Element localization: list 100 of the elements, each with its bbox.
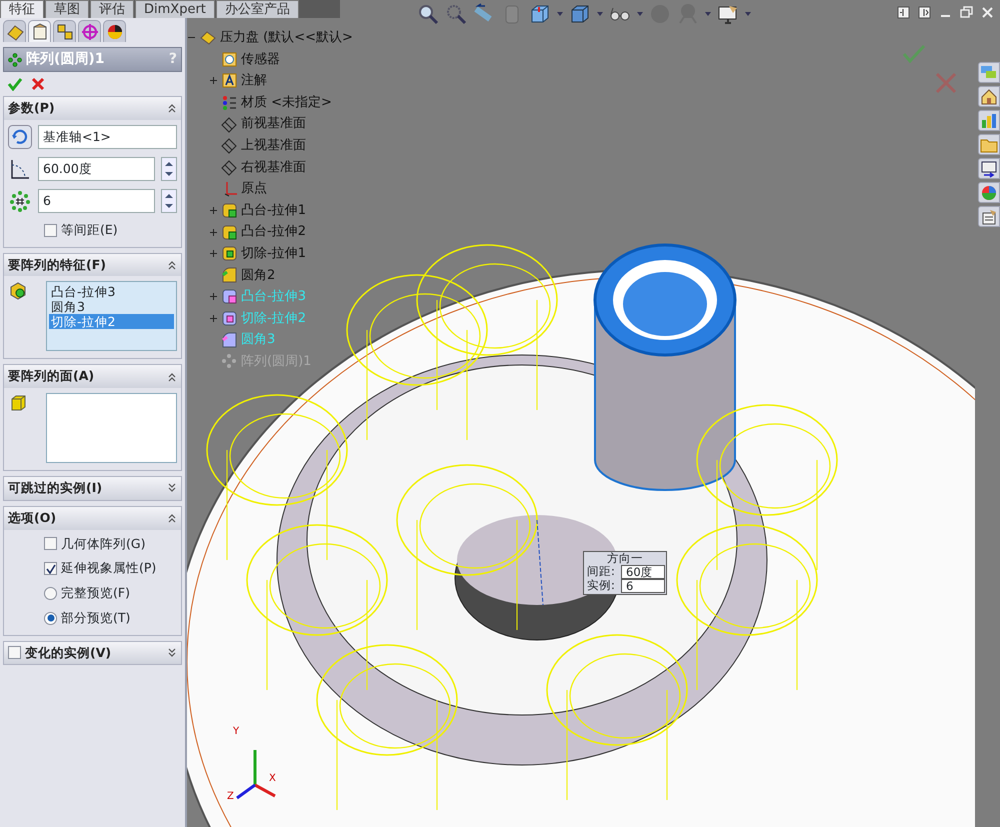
cut-extrude-icon <box>221 310 238 328</box>
sensor-icon <box>221 50 238 68</box>
panel-tab[interactable] <box>28 20 51 42</box>
monitor-icon[interactable] <box>717 3 739 25</box>
count-field[interactable]: 6 <box>38 188 155 213</box>
tree-item-label[interactable]: 切除-拉伸1 <box>241 244 306 264</box>
tree-root-label[interactable]: 压力盘 (默认<<默认> <box>220 28 353 48</box>
color-ball-icon <box>980 184 998 202</box>
house-icon <box>980 88 998 106</box>
tree-item-label[interactable]: 右视基准面 <box>241 158 306 178</box>
check-icon <box>46 564 56 574</box>
tree-item-label[interactable]: 凸台-拉伸1 <box>241 200 306 220</box>
view-cube-icon[interactable] <box>529 3 551 25</box>
tab[interactable]: 办公室产品 <box>216 0 299 18</box>
callout-label: 实例: <box>586 579 616 593</box>
checkbox[interactable] <box>44 562 57 576</box>
close-icon[interactable] <box>981 6 994 19</box>
axis-y-label: Y <box>233 725 240 739</box>
crosshair-icon <box>80 22 100 42</box>
caret-icon[interactable] <box>745 12 751 16</box>
axis-field[interactable]: 基准轴<1> <box>38 124 177 149</box>
tab[interactable]: DimXpert <box>135 0 215 18</box>
tile-right-icon[interactable] <box>918 6 931 19</box>
expand-toggle-icon[interactable] <box>209 206 218 216</box>
tile-left-icon[interactable] <box>897 6 910 19</box>
expand-chevron-icon[interactable] <box>167 648 177 658</box>
cancel-x-icon[interactable] <box>31 77 45 91</box>
radio-button[interactable] <box>44 586 57 600</box>
checkbox[interactable] <box>44 537 57 550</box>
checkbox[interactable] <box>8 646 21 660</box>
ok-check-icon[interactable] <box>7 77 23 91</box>
expand-toggle-icon[interactable] <box>209 249 218 258</box>
collapse-chevron-icon[interactable] <box>167 372 177 382</box>
tree-item-label[interactable]: 注解 <box>241 71 267 91</box>
pattern-icon <box>221 353 238 370</box>
list-item[interactable]: 圆角3 <box>49 299 174 314</box>
annotation-icon <box>221 72 238 90</box>
tab[interactable]: 特征 <box>0 0 44 18</box>
caret-icon[interactable] <box>637 12 643 16</box>
expand-toggle-icon[interactable] <box>209 314 218 324</box>
callout-label: 间距: <box>586 565 616 579</box>
tree-item-label[interactable]: 材质 <未指定> <box>241 92 332 112</box>
axis-z-label: Z <box>227 790 234 804</box>
zoom-area-icon[interactable] <box>445 3 467 25</box>
tab[interactable]: 草图 <box>45 0 89 18</box>
spinner-control[interactable] <box>161 188 177 213</box>
bar-chart-icon <box>980 112 998 130</box>
feature-list[interactable]: 凸台-拉伸3 圆角3 切除-拉伸2 <box>46 281 177 352</box>
feature-icon <box>8 281 28 302</box>
panel-tab[interactable] <box>103 20 126 42</box>
task-pane-tab[interactable] <box>978 86 1000 107</box>
option-label: 等间距(E) <box>61 220 118 239</box>
callout-value[interactable]: 6 <box>621 579 665 593</box>
checkbox[interactable] <box>44 224 57 237</box>
expand-toggle-icon[interactable] <box>209 76 218 86</box>
pattern-icon <box>8 52 22 66</box>
collapse-chevron-icon[interactable] <box>167 513 177 524</box>
instance-count-icon <box>8 188 32 213</box>
magnifier-icon[interactable] <box>417 3 439 25</box>
shaded-cube-icon[interactable] <box>569 3 591 25</box>
spinner-control[interactable] <box>161 156 177 181</box>
panel-tab[interactable] <box>3 20 26 42</box>
caret-icon[interactable] <box>557 12 563 16</box>
radio-button[interactable] <box>44 612 57 625</box>
up-arrow-icon[interactable] <box>165 160 173 166</box>
radio-dot-icon <box>46 614 54 622</box>
callout-value[interactable]: 60度 <box>621 565 665 579</box>
tree-item-label[interactable]: 上视基准面 <box>241 136 306 156</box>
panel-tab[interactable] <box>53 20 76 42</box>
face-list[interactable] <box>46 393 177 463</box>
option-label: 几何体阵列(G) <box>61 534 146 552</box>
collapse-chevron-icon[interactable] <box>167 103 177 114</box>
cut-extrude-icon <box>221 245 238 262</box>
tree-item-label[interactable]: 原点 <box>241 179 267 199</box>
expand-chevron-icon[interactable] <box>167 483 177 494</box>
collapse-chevron-icon[interactable] <box>167 260 177 270</box>
property-list-icon <box>980 160 998 178</box>
option-label: 完整预览(F) <box>61 584 130 602</box>
tree-item-label[interactable]: 凸台-拉伸2 <box>241 222 306 242</box>
down-arrow-icon[interactable] <box>165 172 173 177</box>
confirm-check-icon[interactable] <box>902 44 926 64</box>
up-arrow-icon[interactable] <box>165 192 173 198</box>
expand-toggle-icon[interactable] <box>209 292 218 302</box>
caret-icon[interactable] <box>597 12 603 16</box>
plane-icon <box>221 137 238 154</box>
fillet-icon <box>221 332 238 349</box>
task-pane-tab[interactable] <box>978 158 1000 179</box>
tree-item-label[interactable]: 传感器 <box>241 50 280 70</box>
extrude-icon <box>221 224 238 241</box>
list-item[interactable]: 凸台-拉伸3 <box>49 284 174 300</box>
down-arrow-icon[interactable] <box>165 204 173 209</box>
task-pane-tab[interactable] <box>978 206 1000 227</box>
tab[interactable]: 评估 <box>90 0 134 18</box>
plane-icon <box>221 116 238 133</box>
restore-icon[interactable] <box>960 6 973 19</box>
caret-icon[interactable] <box>705 12 711 16</box>
tree-item-label[interactable]: 前视基准面 <box>241 114 306 134</box>
angle-field[interactable]: 60.00度 <box>38 156 155 181</box>
tree-item-label[interactable]: 圆角2 <box>241 266 276 286</box>
expand-toggle-icon[interactable] <box>209 228 218 237</box>
